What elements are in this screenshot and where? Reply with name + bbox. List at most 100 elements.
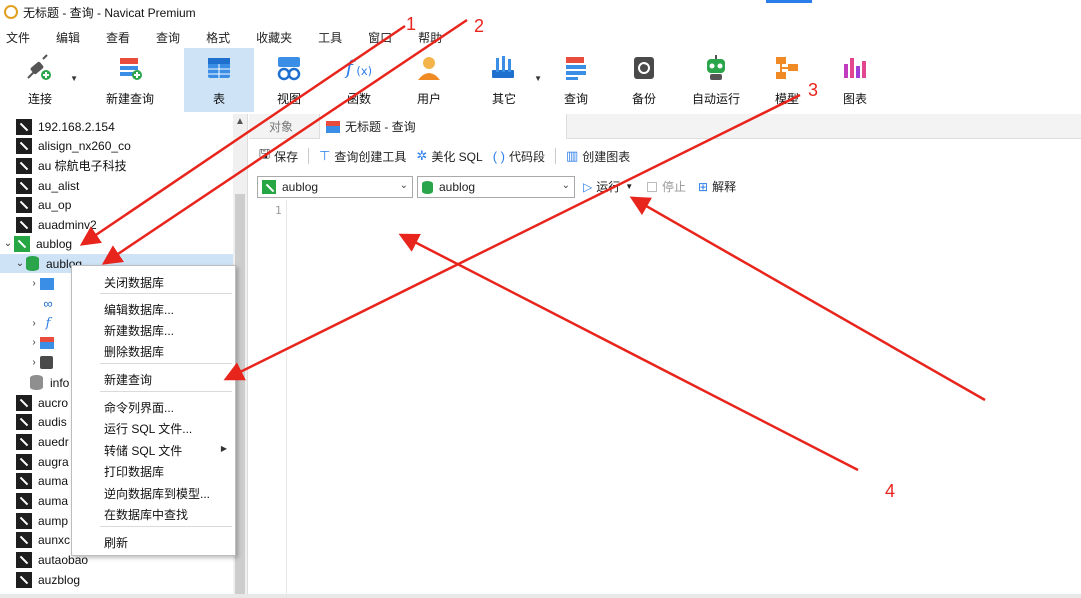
chart-button[interactable]: 图表 — [822, 48, 888, 112]
backup-label: 备份 — [631, 92, 656, 106]
explain-button[interactable]: ⊞ 解释 — [698, 178, 736, 195]
function-button[interactable]: f (x) 函数 — [324, 48, 394, 112]
other-dropdown-icon[interactable]: ▼ — [534, 74, 542, 83]
annotation-label-2: 2 — [474, 16, 485, 36]
automation-button[interactable]: 自动运行 — [680, 48, 752, 112]
plug-icon — [25, 54, 55, 82]
query-builder-button[interactable]: ⊤ 查询创建工具 — [319, 148, 406, 165]
menu-window[interactable]: 窗口 — [362, 29, 398, 46]
database-select-value: aublog — [439, 180, 476, 194]
menu-new-database[interactable]: 新建数据库... — [104, 322, 174, 339]
tree-label: auedr — [38, 434, 69, 449]
tab-bar: 对象 无标题 - 查询 — [249, 114, 1081, 139]
tab-objects[interactable]: 对象 — [269, 114, 293, 139]
chevron-down-icon[interactable]: ⌄ — [14, 258, 26, 269]
run-label: 运行 — [596, 180, 621, 194]
chevron-down-icon[interactable]: ⌄ — [2, 238, 14, 249]
function-icon: f — [45, 316, 51, 331]
menu-print-database[interactable]: 打印数据库 — [104, 463, 164, 480]
chevron-right-icon[interactable]: › — [28, 357, 40, 368]
menu-query[interactable]: 查询 — [150, 29, 186, 46]
tree-connection[interactable]: auzblog — [16, 570, 247, 589]
table-button[interactable]: 表 — [184, 48, 254, 112]
connection-icon — [16, 394, 32, 411]
backup-icon — [629, 54, 659, 82]
run-dropdown-icon[interactable]: ▼ — [625, 182, 633, 191]
connection-icon — [16, 551, 32, 568]
code-snippet-button[interactable]: ( ) 代码段 — [493, 148, 545, 165]
connection-icon — [16, 157, 32, 174]
menu-delete-database[interactable]: 删除数据库 — [104, 343, 164, 360]
table-label: 表 — [212, 92, 225, 106]
table-icon — [40, 277, 54, 290]
chevron-right-icon[interactable]: › — [28, 318, 40, 329]
tree-label: auma — [38, 473, 69, 488]
chart-label: 图表 — [842, 92, 867, 106]
tree-label: aucro — [38, 395, 69, 410]
view-button[interactable]: 视图 — [254, 48, 324, 112]
create-chart-button[interactable]: ▥ 创建图表 — [566, 148, 630, 165]
connect-button[interactable]: ▼ 连接 — [0, 48, 80, 112]
menu-view[interactable]: 查看 — [100, 29, 136, 46]
function-label: 函数 — [346, 92, 371, 106]
tree-connection[interactable]: auadminv2 — [16, 215, 247, 234]
chevron-down-icon: ⌄ — [399, 180, 408, 191]
chevron-right-icon[interactable]: › — [28, 278, 40, 289]
menu-dump-sql-file[interactable]: 转储 SQL 文件 — [104, 442, 182, 459]
user-button[interactable]: 用户 — [394, 48, 464, 112]
sql-editor[interactable]: 1 — [249, 200, 1081, 598]
menu-help[interactable]: 帮助 — [412, 29, 448, 46]
tree-connection[interactable]: alisign_nx260_co — [16, 136, 247, 155]
menu-refresh[interactable]: 刷新 — [104, 534, 128, 551]
stop-button[interactable]: 停止 — [647, 178, 686, 195]
line-number: 1 — [275, 204, 282, 217]
connection-select-value: aublog — [282, 180, 319, 194]
tree-connection[interactable]: au_op — [16, 195, 247, 214]
connect-dropdown-icon[interactable]: ▼ — [70, 74, 78, 83]
backup-button[interactable]: 备份 — [608, 48, 680, 112]
tree-label: aunxc — [38, 532, 71, 547]
svg-text:(x): (x) — [356, 64, 372, 78]
new-query-icon — [115, 54, 145, 82]
other-button[interactable]: ▼ 其它 — [464, 48, 544, 112]
run-button[interactable]: ▷ 运行 ▼ — [583, 178, 633, 195]
connection-icon — [16, 531, 32, 548]
menu-run-sql-file[interactable]: 运行 SQL 文件... — [104, 420, 192, 437]
menu-close-database[interactable]: 关闭数据库 — [104, 274, 164, 291]
tree-label: aublog — [36, 236, 73, 251]
menu-edit[interactable]: 编辑 — [50, 29, 86, 46]
create-chart-label: 创建图表 — [582, 149, 631, 164]
new-query-button[interactable]: 新建查询 — [80, 48, 180, 112]
menu-tools[interactable]: 工具 — [312, 29, 348, 46]
menu-edit-database[interactable]: 编辑数据库... — [104, 301, 174, 318]
menu-reverse-to-model[interactable]: 逆向数据库到模型... — [104, 485, 210, 502]
menu-file[interactable]: 文件 — [0, 29, 36, 46]
model-icon — [772, 54, 802, 82]
tree-connection[interactable]: au_alist — [16, 176, 247, 195]
view-icon: ∞ — [43, 296, 53, 311]
tree-connection[interactable]: 192.168.2.154 — [16, 117, 247, 136]
chevron-right-icon[interactable]: › — [28, 337, 40, 348]
menu-format[interactable]: 格式 — [200, 29, 236, 46]
beautify-sql-button[interactable]: ✲ 美化 SQL — [416, 148, 482, 165]
menu-command-line[interactable]: 命令列界面... — [104, 399, 174, 416]
scroll-up-icon[interactable]: ▲ — [235, 116, 245, 127]
save-button[interactable]: 🖫 保存 — [259, 145, 298, 167]
connection-select[interactable]: aublog ⌄ — [257, 176, 413, 198]
tab-query[interactable]: 无标题 - 查询 — [319, 114, 567, 139]
connection-open-icon — [262, 180, 276, 194]
menu-find-in-database[interactable]: 在数据库中查找 — [104, 506, 188, 523]
tree-label: augra — [38, 454, 69, 469]
tree-connection[interactable]: au 棕航电子科技 — [16, 156, 247, 175]
tree-connection-aublog[interactable]: ⌄ aublog — [2, 234, 236, 253]
menu-separator — [100, 526, 232, 527]
scrollbar-thumb[interactable] — [235, 194, 245, 598]
save-label: 保存 — [274, 149, 299, 164]
query-button[interactable]: 查询 — [544, 48, 608, 112]
tree-label: au 棕航电子科技 — [38, 159, 127, 173]
main-toolbar: ▼ 连接 新建查询 表 视图 f (x) 函数 用户 ▼ 其它 查询 备份 自动… — [0, 48, 1081, 112]
menu-new-query[interactable]: 新建查询 — [104, 371, 152, 388]
database-select[interactable]: aublog ⌄ — [417, 176, 575, 198]
menu-favorites[interactable]: 收藏夹 — [250, 29, 298, 46]
tree-label: auadminv2 — [38, 217, 97, 232]
